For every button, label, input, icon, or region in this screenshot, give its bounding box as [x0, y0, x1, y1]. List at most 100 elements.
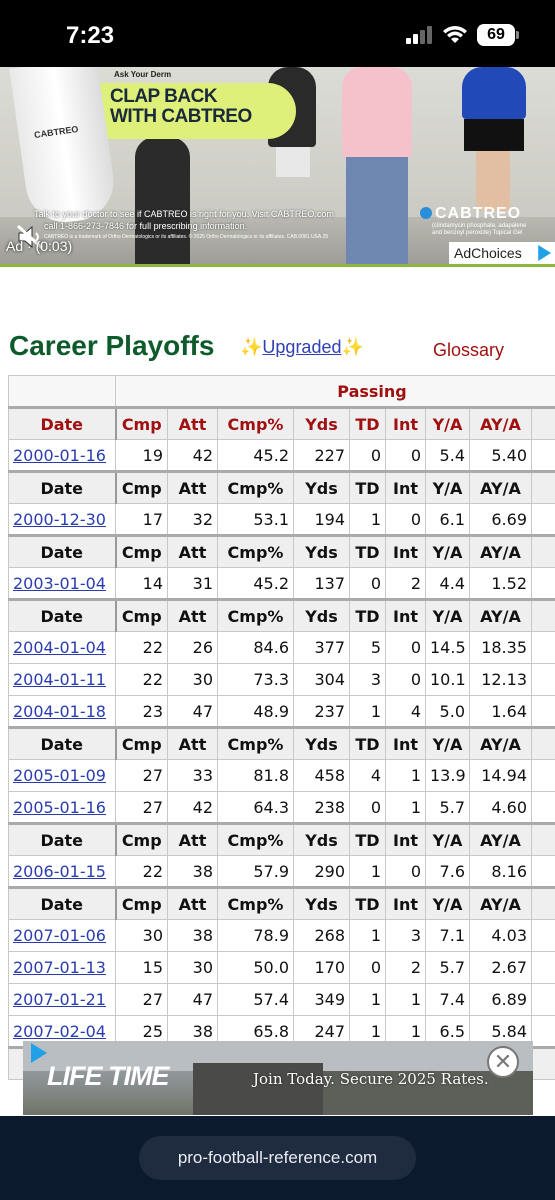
address-bar[interactable]: pro-football-reference.com — [139, 1136, 416, 1180]
column-header[interactable]: TD — [349, 727, 386, 760]
column-header[interactable]: Int — [385, 727, 426, 760]
ad-headline-line: WITH CABTREO — [110, 106, 252, 127]
column-header[interactable]: Yds — [293, 599, 350, 632]
column-header[interactable]: Att — [167, 823, 218, 856]
bottom-banner-ad[interactable]: LIFE TIME Join Today. Secure 2025 Rates. — [23, 1041, 533, 1115]
column-header[interactable]: AY/A — [469, 407, 532, 440]
game-date-link[interactable]: 2007-01-13 — [13, 958, 106, 977]
column-header[interactable]: Cmp% — [217, 599, 294, 632]
column-header[interactable]: Yds — [293, 535, 350, 568]
column-header[interactable]: Cmp% — [217, 727, 294, 760]
column-header[interactable]: Ra — [531, 535, 555, 568]
game-date-link[interactable]: 2004-01-18 — [13, 702, 106, 721]
column-header[interactable]: Cmp% — [217, 407, 294, 440]
column-header[interactable]: Int — [385, 471, 426, 504]
column-header[interactable]: TD — [349, 407, 386, 440]
column-header[interactable]: Cmp — [115, 887, 168, 920]
column-header[interactable]: Y/A — [425, 471, 470, 504]
game-date-link[interactable]: 2005-01-16 — [13, 798, 106, 817]
column-header[interactable]: Int — [385, 599, 426, 632]
stat-cell: 5 — [349, 631, 386, 664]
game-date-link[interactable]: 2000-12-30 — [13, 510, 106, 529]
column-header[interactable]: Cmp% — [217, 823, 294, 856]
game-date-link[interactable]: 2007-01-21 — [13, 990, 106, 1009]
game-date-link[interactable]: 2007-02-04 — [13, 1022, 106, 1041]
stat-cell: 5.40 — [469, 439, 532, 472]
game-date-link[interactable]: 2004-01-11 — [13, 670, 106, 689]
column-header[interactable]: Date — [8, 887, 117, 920]
column-header[interactable]: AY/A — [469, 535, 532, 568]
column-header[interactable]: TD — [349, 823, 386, 856]
column-header[interactable]: AY/A — [469, 471, 532, 504]
column-header[interactable]: Date — [8, 535, 117, 568]
stat-cell: 5.7 — [425, 951, 470, 984]
column-header[interactable]: Yds — [293, 727, 350, 760]
column-header[interactable]: AY/A — [469, 599, 532, 632]
column-header[interactable]: Yds — [293, 823, 350, 856]
column-header[interactable]: Cmp — [115, 823, 168, 856]
column-header[interactable]: Att — [167, 407, 218, 440]
column-header[interactable]: AY/A — [469, 727, 532, 760]
column-header[interactable]: Int — [385, 887, 426, 920]
column-header[interactable]: Date — [8, 599, 117, 632]
game-date-link[interactable]: 2006-01-15 — [13, 862, 106, 881]
column-header[interactable]: Ra — [531, 1047, 555, 1080]
top-video-ad[interactable]: CABTREO Ask Your Derm CLAP BACK WITH CAB… — [0, 67, 555, 267]
column-header[interactable]: Att — [167, 727, 218, 760]
column-header[interactable]: Date — [8, 407, 117, 440]
close-ad-button[interactable]: ✕ — [487, 1046, 519, 1078]
column-header[interactable]: Int — [385, 535, 426, 568]
column-header[interactable]: Y/A — [425, 535, 470, 568]
glossary-link[interactable]: Glossary — [433, 340, 504, 361]
upgraded-link[interactable]: Upgraded — [262, 337, 341, 357]
column-header[interactable]: Date — [8, 727, 117, 760]
column-header[interactable]: Ra — [531, 727, 555, 760]
column-header[interactable]: Yds — [293, 407, 350, 440]
column-header[interactable]: Att — [167, 599, 218, 632]
column-header[interactable]: Cmp — [115, 727, 168, 760]
column-header[interactable]: TD — [349, 887, 386, 920]
column-header[interactable]: Int — [385, 823, 426, 856]
column-header[interactable]: Yds — [293, 471, 350, 504]
column-header[interactable]: AY/A — [469, 887, 532, 920]
stat-cell: 42 — [167, 439, 218, 472]
column-header[interactable]: Date — [8, 471, 117, 504]
column-header[interactable]: Ra — [531, 471, 555, 504]
column-header[interactable]: TD — [349, 599, 386, 632]
column-header[interactable]: Y/A — [425, 887, 470, 920]
column-header[interactable]: Date — [8, 823, 117, 856]
column-header[interactable]: Ra — [531, 887, 555, 920]
column-header[interactable]: TD — [349, 535, 386, 568]
column-header[interactable]: Cmp% — [217, 471, 294, 504]
column-header[interactable]: Y/A — [425, 727, 470, 760]
column-header[interactable]: Ra — [531, 407, 555, 440]
stat-cell: 1 — [385, 759, 426, 792]
column-header[interactable]: Cmp% — [217, 535, 294, 568]
column-header[interactable]: Att — [167, 535, 218, 568]
column-header[interactable]: Ra — [531, 823, 555, 856]
column-header[interactable]: Cmp — [115, 599, 168, 632]
column-header[interactable]: Att — [167, 887, 218, 920]
game-date-link[interactable]: 2005-01-09 — [13, 766, 106, 785]
column-header[interactable]: Cmp% — [217, 887, 294, 920]
adchoices-button[interactable]: AdChoices — [449, 242, 555, 264]
column-header[interactable]: Att — [167, 471, 218, 504]
column-header[interactable]: Y/A — [425, 599, 470, 632]
column-header[interactable]: Y/A — [425, 407, 470, 440]
column-header[interactable]: Ra — [531, 599, 555, 632]
game-date-link[interactable]: 2000-01-16 — [13, 446, 106, 465]
game-date-link[interactable]: 2003-01-04 — [13, 574, 106, 593]
column-header[interactable]: Cmp — [115, 471, 168, 504]
column-header[interactable]: Cmp — [115, 407, 168, 440]
game-date-link[interactable]: 2007-01-06 — [13, 926, 106, 945]
column-header[interactable]: AY/A — [469, 823, 532, 856]
game-date-link[interactable]: 2004-01-04 — [13, 638, 106, 657]
column-header[interactable]: Cmp — [115, 535, 168, 568]
column-header[interactable]: TD — [349, 471, 386, 504]
stat-cell: 4.4 — [425, 567, 470, 600]
column-header[interactable]: Y/A — [425, 823, 470, 856]
column-header[interactable]: Int — [385, 407, 426, 440]
column-header[interactable]: Yds — [293, 887, 350, 920]
stat-cell: 2 — [385, 951, 426, 984]
stats-table-scroll[interactable]: Passing DateCmpAttCmp%YdsTDIntY/AAY/ARa2… — [8, 375, 555, 1080]
